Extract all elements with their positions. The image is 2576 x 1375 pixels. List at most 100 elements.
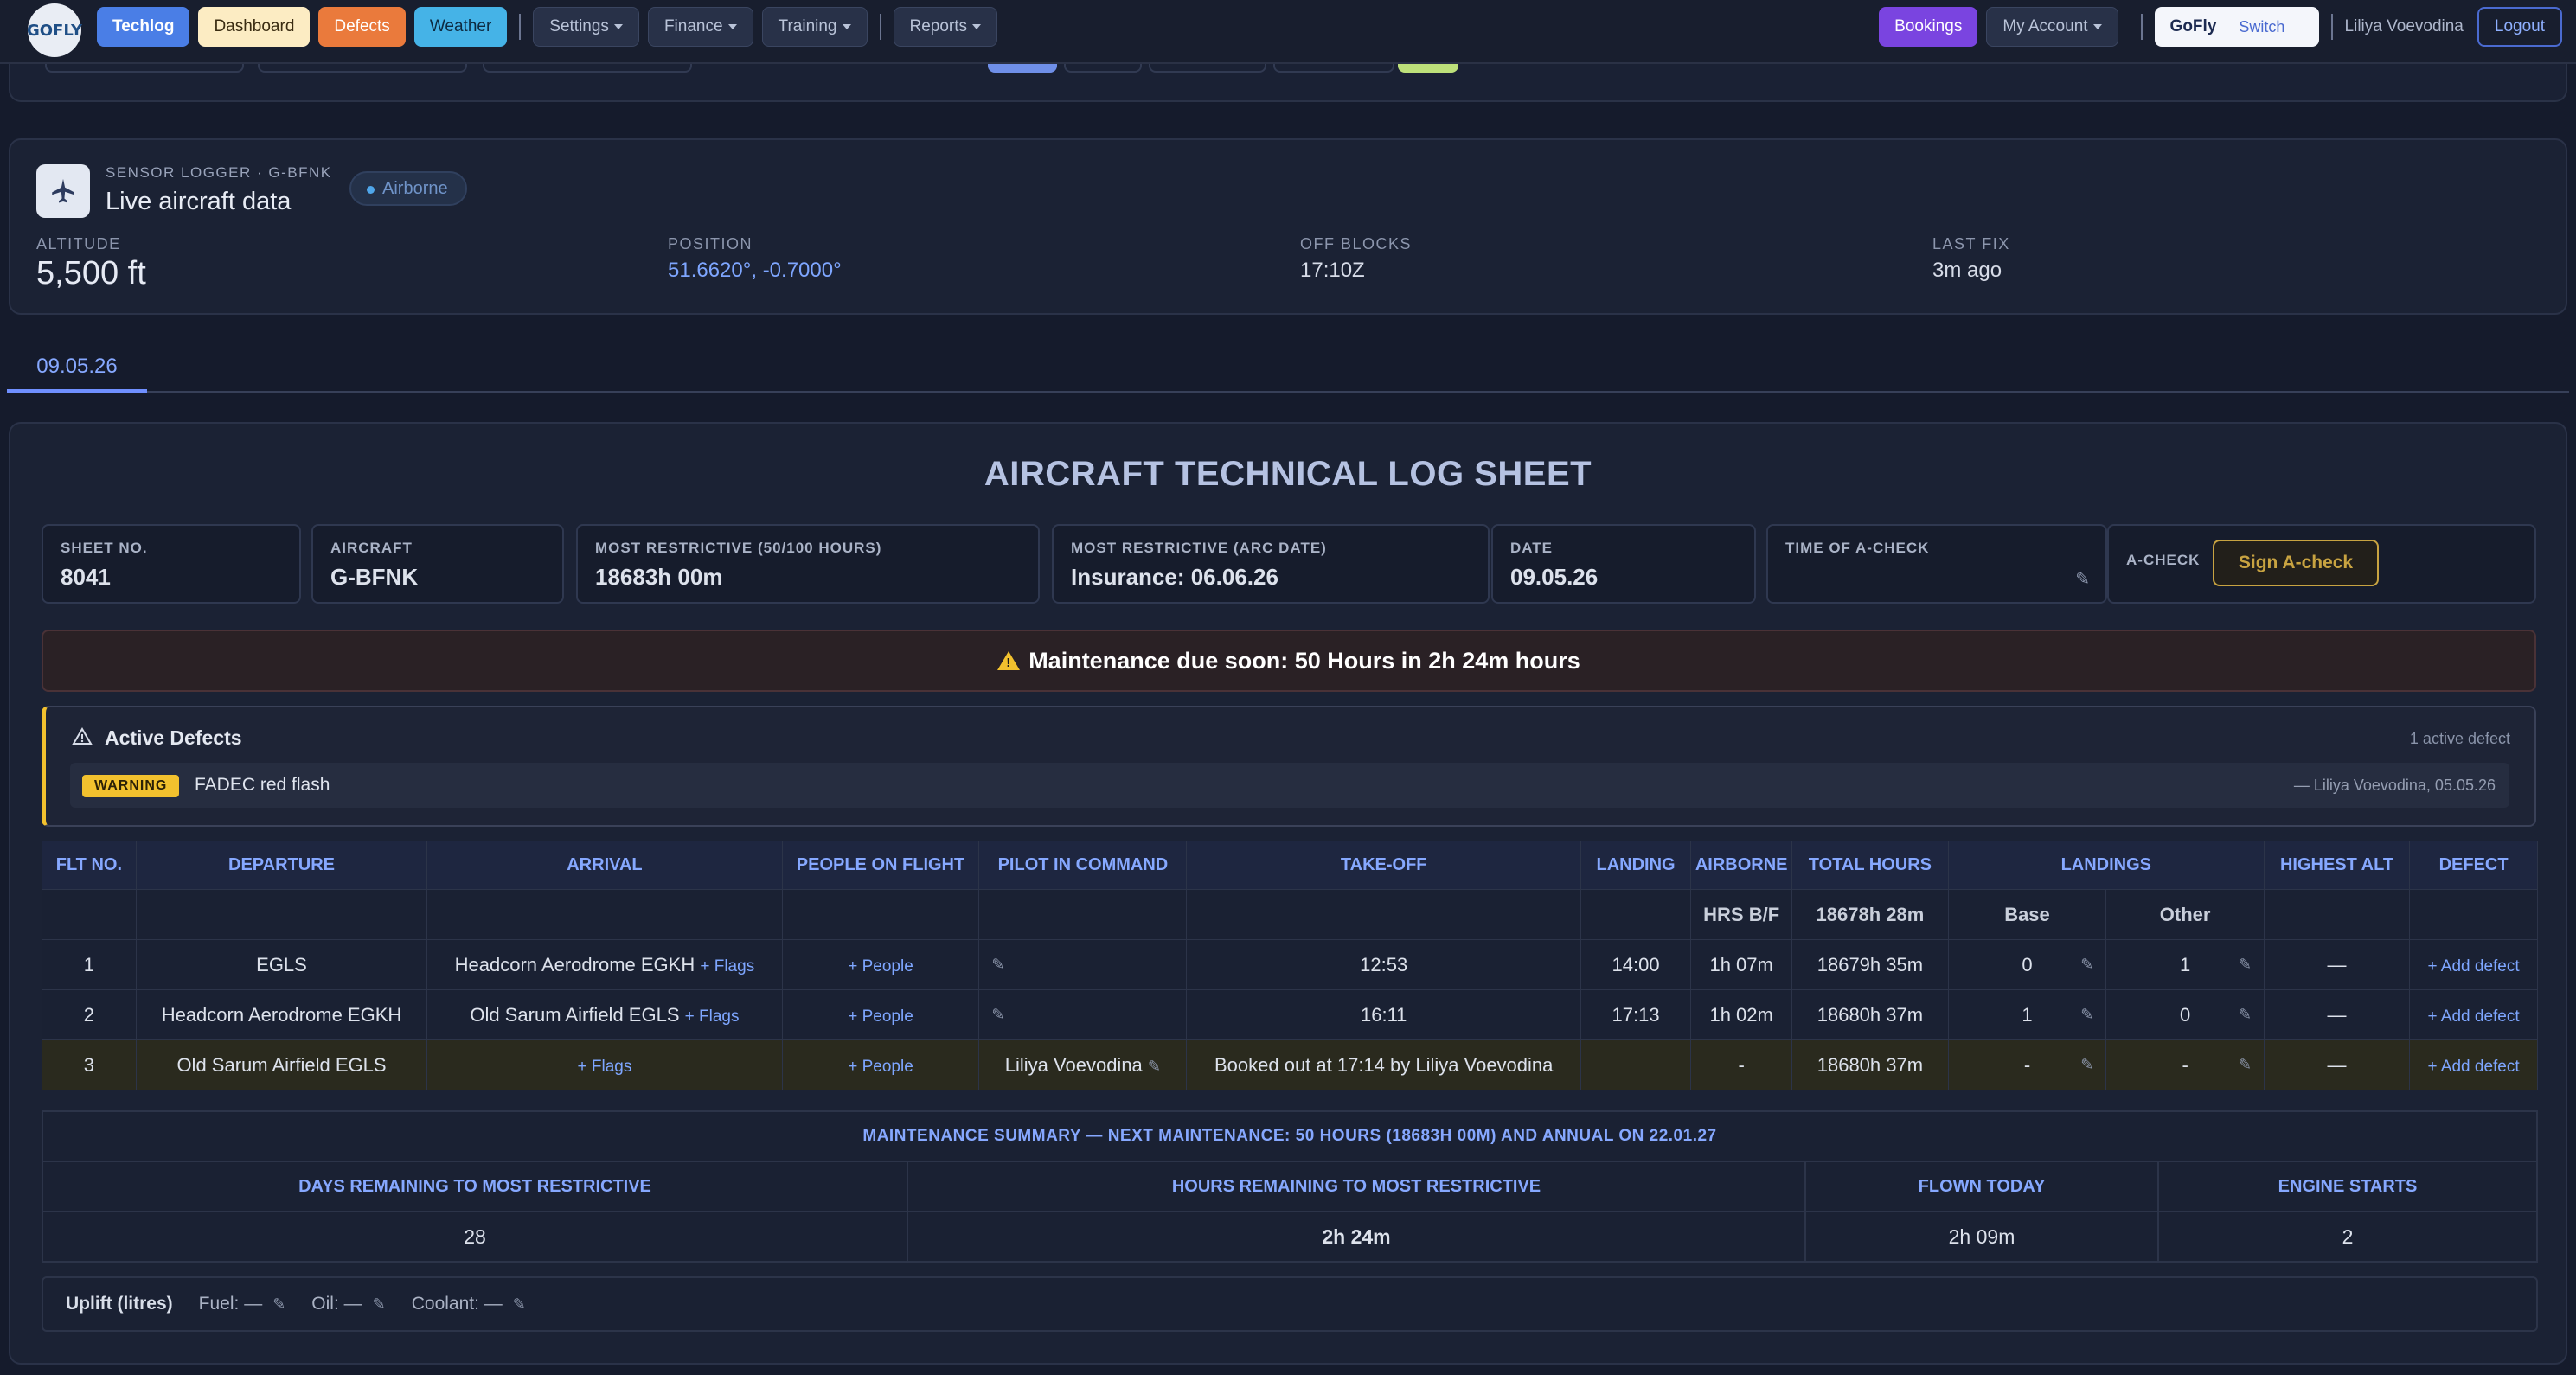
add-people-link[interactable]: + People	[848, 957, 913, 975]
pic-cell: ✎	[978, 989, 1188, 1040]
edit-pencil-icon[interactable]: ✎	[2239, 1056, 2252, 1074]
status-dot-icon	[367, 186, 375, 194]
flt-no: 1	[42, 939, 137, 990]
summary-hours-remaining: HOURS REMAINING TO MOST RESTRICTIVE 2h 2…	[908, 1162, 1806, 1263]
box-label: MOST RESTRICTIVE (50/100 HOURS)	[595, 540, 882, 556]
total-hours: 18680h 37m	[1791, 989, 1949, 1040]
pencil-icon[interactable]: ✎	[2075, 568, 2090, 590]
summary-value: 28	[464, 1225, 486, 1248]
defect-item[interactable]: WARNING FADEC red flash — Liliya Voevodi…	[70, 763, 2509, 808]
people-cell: + People	[781, 939, 980, 990]
stat-label: POSITION	[668, 235, 753, 253]
edit-pencil-icon[interactable]: ✎	[2080, 1056, 2093, 1074]
summary-flown-today: FLOWN TODAY 2h 09m	[1806, 1162, 2159, 1263]
departure: EGLS	[135, 939, 428, 990]
org-switcher[interactable]: GoFly Switch	[2154, 7, 2319, 47]
nav-dashboard[interactable]: Dashboard	[198, 7, 311, 47]
nav-my-account-menu[interactable]: My Account	[1986, 7, 2118, 47]
landings-other: -	[2182, 1053, 2188, 1076]
edit-pencil-icon[interactable]: ✎	[272, 1295, 285, 1313]
tech-log-sheet: AIRCRAFT TECHNICAL LOG SHEET SHEET NO. 8…	[9, 422, 2567, 1365]
caret-down-icon	[613, 24, 623, 29]
stat-altitude: ALTITUDE 5,500 ft	[36, 235, 146, 292]
gofly-logo[interactable]: GOFLY	[27, 3, 82, 57]
nav-reports-menu[interactable]: Reports	[893, 7, 998, 47]
aircraft-box: AIRCRAFT G-BFNK	[311, 524, 564, 604]
uplift-label: Coolant:	[411, 1294, 479, 1314]
nav-weather[interactable]: Weather	[413, 7, 508, 47]
table-row: 1 EGLS Headcorn Aerodrome EGKH + Flags +…	[42, 939, 2538, 990]
restrictive-date-box: MOST RESTRICTIVE (ARC DATE) Insurance: 0…	[1052, 524, 1490, 604]
edit-pencil-icon[interactable]: ✎	[2239, 1006, 2252, 1024]
landings-base: 1	[2022, 1003, 2033, 1026]
stat-value[interactable]: 51.6620°, -0.7000°	[668, 259, 842, 283]
hrs-bf-value: 18678h 28m	[1791, 889, 1949, 940]
edit-pencil-icon[interactable]: ✎	[991, 1006, 1004, 1024]
airborne: 1h 07m	[1690, 939, 1793, 990]
add-defect-link[interactable]: + Add defect	[2427, 1058, 2519, 1076]
defect-cell: + Add defect	[2409, 1039, 2538, 1090]
nav-finance-menu[interactable]: Finance	[647, 7, 753, 47]
edit-pencil-icon[interactable]: ✎	[991, 956, 1004, 974]
stat-label: LAST FIX	[1932, 235, 2010, 253]
edit-pencil-icon[interactable]: ✎	[2080, 1006, 2093, 1024]
add-people-link[interactable]: + People	[848, 1058, 913, 1076]
sign-acheck-button[interactable]: Sign A-check	[2213, 540, 2379, 586]
landings-other-cell: - ✎	[2105, 1039, 2265, 1090]
landings-base: 0	[2022, 953, 2033, 975]
add-defect-link[interactable]: + Add defect	[2427, 957, 2519, 975]
edit-pencil-icon[interactable]: ✎	[513, 1295, 526, 1313]
add-people-link[interactable]: + People	[848, 1007, 913, 1026]
col-header: TAKE-OFF	[1186, 841, 1581, 890]
tab-date[interactable]: 09.05.26	[7, 344, 147, 393]
nav-divider	[2330, 14, 2333, 40]
edit-pencil-icon[interactable]: ✎	[1148, 1058, 1161, 1075]
nav-bookings[interactable]: Bookings	[1879, 7, 1978, 47]
nav-defects[interactable]: Defects	[318, 7, 406, 47]
acheck-time-box[interactable]: TIME OF A-CHECK ✎	[1766, 524, 2107, 604]
edit-pencil-icon[interactable]: ✎	[2239, 956, 2252, 974]
stat-last-fix: LAST FIX 3m ago	[1932, 235, 2010, 283]
summary-label: FLOWN TODAY	[1806, 1162, 2157, 1212]
hrs-bf-label: HRS B/F	[1690, 889, 1793, 940]
warning-icon: !	[997, 651, 1021, 670]
total-hours: 18679h 35m	[1791, 939, 1949, 990]
col-header: DEFECT	[2409, 841, 2538, 890]
add-flags-link[interactable]: + Flags	[578, 1058, 632, 1076]
nav-training-menu[interactable]: Training	[761, 7, 868, 47]
add-flags-link[interactable]: + Flags	[700, 957, 754, 975]
warning-triangle-icon	[72, 727, 93, 745]
box-label: MOST RESTRICTIVE (ARC DATE)	[1071, 540, 1327, 556]
nav-settings-menu[interactable]: Settings	[533, 7, 639, 47]
arrival: Headcorn Aerodrome EGKH	[454, 953, 695, 975]
highest-alt: —	[2263, 989, 2411, 1040]
arrival: Old Sarum Airfield EGLS	[470, 1003, 680, 1026]
switch-link[interactable]: Switch	[2239, 18, 2284, 36]
col-header: TOTAL HOURS	[1791, 841, 1949, 890]
edit-pencil-icon[interactable]: ✎	[2080, 956, 2093, 974]
defects-count: 1 active defect	[2409, 730, 2510, 747]
summary-value: 2h 24m	[1322, 1225, 1391, 1248]
landing: 17:13	[1580, 989, 1692, 1040]
takeoff: 16:11	[1186, 989, 1581, 1040]
arrival-cell: Old Sarum Airfield EGLS + Flags	[426, 989, 783, 1040]
table-header-row: FLT NO. DEPARTURE ARRIVAL PEOPLE ON FLIG…	[42, 841, 2538, 890]
arrival-cell: Headcorn Aerodrome EGKH + Flags	[426, 939, 783, 990]
people-cell: + People	[781, 989, 980, 1040]
active-defects-panel: Active Defects 1 active defect WARNING F…	[42, 706, 2536, 827]
stat-label: OFF BLOCKS	[1300, 235, 1413, 253]
departure: Headcorn Aerodrome EGKH	[135, 989, 428, 1040]
uplift-label: Oil:	[311, 1294, 339, 1314]
edit-pencil-icon[interactable]: ✎	[373, 1295, 386, 1313]
caret-down-icon	[2092, 24, 2102, 29]
box-value: G-BFNK	[330, 564, 419, 590]
landings-other-cell: 1 ✎	[2105, 939, 2265, 990]
box-label: SHEET NO.	[61, 540, 148, 556]
add-flags-link[interactable]: + Flags	[685, 1007, 740, 1026]
logout-button[interactable]: Logout	[2477, 7, 2562, 47]
add-defect-link[interactable]: + Add defect	[2427, 1007, 2519, 1026]
landings-base: -	[2023, 1053, 2031, 1076]
sensor-title: Live aircraft data	[106, 188, 292, 215]
nav-techlog[interactable]: Techlog	[97, 7, 190, 47]
uplift-oil: Oil: — ✎	[311, 1294, 385, 1314]
